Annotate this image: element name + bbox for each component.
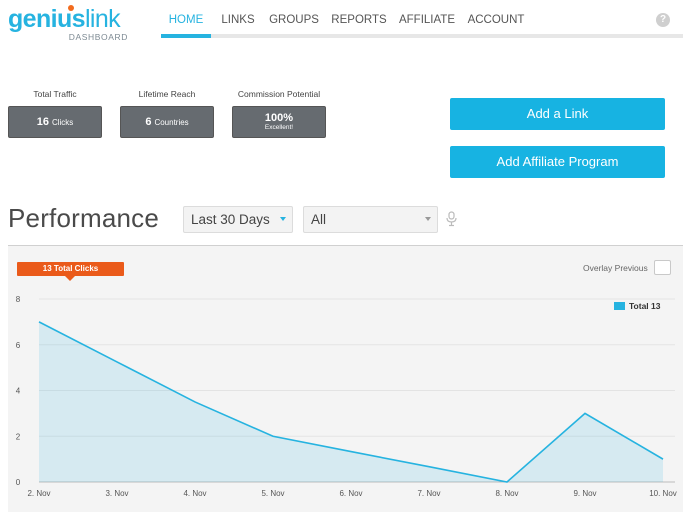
logo-wordmark: geniuslink [8,4,121,34]
main-nav: HOME LINKS GROUPS REPORTS AFFILIATE ACCO… [161,0,683,38]
nav-item-home[interactable]: HOME [161,0,211,38]
overlay-previous-checkbox[interactable] [654,260,671,275]
y-tick-label: 0 [16,478,21,487]
logo[interactable]: geniuslink DASHBOARD [8,4,128,44]
logo-dot-icon [68,5,74,11]
stat-box: 6 Countries [120,106,214,138]
x-tick-label: 5. Nov [261,489,284,498]
stat-commission-potential: Commission Potential 100% Excellent! [232,88,326,138]
stat-unit: Excellent! [264,124,294,131]
chevron-down-icon [425,217,431,221]
help-icon[interactable]: ? [656,13,670,27]
x-tick-label: 4. Nov [183,489,206,498]
stat-box: 16 Clicks [8,106,102,138]
x-tick-label: 2. Nov [27,489,50,498]
logo-subtitle: DASHBOARD [68,32,128,42]
stat-label: Total Traffic [33,89,77,99]
performance-chart: 0 2 4 6 8 2. Nov 3. Nov 4. Nov 5. Nov 6. Nov 7. No… [8,245,683,512]
chevron-down-icon [280,217,286,221]
stat-value: 16 [36,116,49,128]
nav-item-affiliate[interactable]: AFFILIATE [398,0,456,38]
x-tick-label: 7. Nov [417,489,440,498]
x-tick-label: 9. Nov [573,489,596,498]
x-tick-label: 6. Nov [339,489,362,498]
performance-title: Performance [8,203,160,233]
add-affiliate-program-button[interactable]: Add Affiliate Program [450,146,665,178]
date-range-value: Last 30 Days [191,212,270,227]
x-tick-label: 8. Nov [495,489,518,498]
nav-item-groups[interactable]: GROUPS [269,0,319,38]
total-clicks-badge: 13 Total Clicks [17,262,124,281]
date-range-select[interactable]: Last 30 Days [183,206,293,233]
x-tick-label: 10. Nov [649,489,677,498]
nav-item-links[interactable]: LINKS [217,0,259,38]
nav-item-reports[interactable]: REPORTS [331,0,387,38]
legend-label: Total 13 [629,301,661,311]
series-area [39,321,663,482]
stat-unit: Countries [154,118,189,127]
nav-item-account[interactable]: ACCOUNT [466,0,526,38]
stat-label: Lifetime Reach [138,89,196,99]
chart-legend[interactable]: Total 13 [614,301,661,311]
filter-value: All [311,212,327,227]
stat-value: 100% [264,112,294,124]
add-link-button[interactable]: Add a Link [450,98,665,130]
stat-total-traffic: Total Traffic 16 Clicks [8,88,102,138]
y-tick-label: 8 [16,295,21,304]
y-tick-label: 4 [16,387,21,396]
overlay-previous-label: Overlay Previous [583,263,648,273]
logo-part-link: link [84,5,121,33]
filter-select[interactable]: All [303,206,438,233]
export-icon[interactable] [446,211,457,227]
x-tick-label: 3. Nov [105,489,128,498]
stat-unit: Clicks [51,118,74,127]
legend-swatch [614,302,625,310]
chart-svg: 0 2 4 6 8 2. Nov 3. Nov 4. Nov 5. Nov 6. Nov 7. No… [16,295,677,498]
stat-value: 6 [145,116,152,128]
stat-box: 100% Excellent! [232,106,326,138]
stat-label: Commission Potential [237,89,321,99]
y-tick-label: 6 [16,341,21,350]
stat-lifetime-reach: Lifetime Reach 6 Countries [120,88,214,138]
y-tick-label: 2 [16,432,21,441]
